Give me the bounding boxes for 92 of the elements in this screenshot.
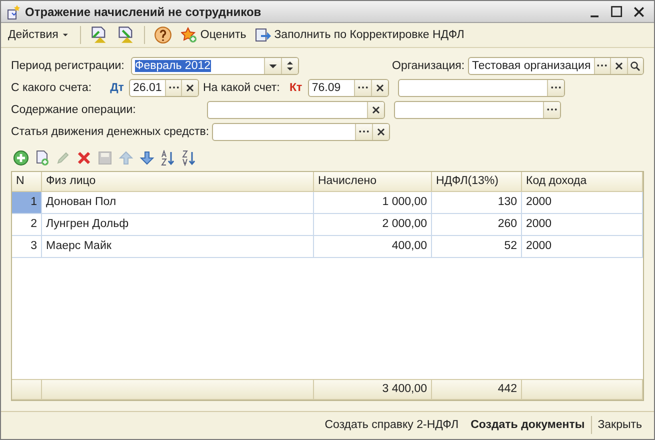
table-cell: Маерс Майк (42, 236, 314, 258)
choose-button[interactable] (594, 58, 610, 74)
choose-button[interactable] (546, 80, 564, 96)
delete-button[interactable] (76, 150, 92, 166)
footer-button[interactable]: Закрыть (592, 416, 648, 434)
table-cell: 2 000,00 (314, 214, 432, 236)
table-cell: 1 000,00 (314, 192, 432, 214)
clear-icon (612, 60, 625, 72)
debit-mark: Дт (109, 82, 125, 94)
input-field[interactable] (394, 100, 561, 119)
spin-button[interactable] (281, 58, 298, 74)
credit-mark: Кт (288, 82, 304, 94)
delete-icon (76, 150, 92, 166)
rate-button[interactable]: Оценить (178, 26, 250, 44)
clear-button[interactable] (372, 124, 390, 140)
window-title: Отражение начислений не сотрудников (25, 4, 262, 19)
total-cell: 442 (432, 380, 522, 400)
table-cell: 52 (432, 236, 522, 258)
arrow-down-button[interactable] (139, 150, 155, 166)
ellipsis-icon (358, 86, 368, 90)
document-arrow-icon (90, 26, 108, 44)
field-label: Статья движения денежных средств: (11, 126, 210, 138)
field-label: На какой счет: (203, 82, 280, 94)
input-field[interactable] (398, 78, 565, 97)
document-plus-button[interactable] (34, 150, 50, 166)
table-cell: 2000 (522, 214, 643, 236)
table-cell: Донован Пол (42, 192, 314, 214)
row-number[interactable]: 1 (12, 192, 42, 214)
star-plus-icon (181, 27, 198, 44)
clear-button[interactable] (367, 102, 384, 118)
column-header[interactable]: Код дохода (522, 172, 643, 192)
ellipsis-icon (550, 86, 561, 90)
table-cell: 130 (432, 192, 522, 214)
input-field[interactable]: 76.09 (308, 78, 389, 97)
fill-button[interactable]: Заполнить по Корректировке НДФЛ (252, 26, 468, 44)
plus-circle-button[interactable] (13, 150, 29, 166)
clear-button[interactable] (370, 80, 388, 96)
choose-button[interactable] (164, 80, 182, 96)
actions-menu[interactable]: Действия (5, 27, 74, 44)
input-field[interactable] (212, 122, 390, 141)
sort-ascending-button[interactable] (160, 150, 176, 166)
help-icon (154, 26, 172, 44)
clear-icon (184, 82, 196, 94)
column-header[interactable]: Начислено (314, 172, 432, 192)
input-field[interactable]: 26.01 (129, 78, 199, 97)
field-label: Содержание операции: (11, 104, 137, 116)
search-icon (629, 60, 642, 72)
search-button[interactable] (626, 58, 643, 74)
input-field[interactable]: Тестовая организация (468, 56, 644, 75)
field-label: Организация: (392, 60, 466, 72)
column-header[interactable]: Физ лицо (42, 172, 314, 192)
footer-button[interactable]: Создать документы (464, 416, 591, 434)
document-arrow-icon (255, 27, 272, 44)
row-number[interactable]: 2 (12, 214, 42, 236)
sort-descending-icon (181, 150, 197, 166)
document-plus-icon (34, 150, 50, 166)
document-star-icon (5, 4, 21, 20)
table-cell: Лунгрен Дольф (42, 214, 314, 236)
choose-button[interactable] (543, 102, 560, 118)
table-cell: 2000 (522, 236, 643, 258)
clear-button[interactable] (610, 58, 627, 74)
clear-button[interactable] (181, 80, 198, 96)
field-label: Период регистрации: (11, 60, 126, 72)
clear-icon (374, 82, 386, 94)
plus-circle-icon (13, 150, 29, 166)
maximize-icon[interactable] (610, 4, 624, 19)
column-header[interactable]: НДФЛ(13%) (432, 172, 522, 192)
ellipsis-icon (168, 86, 179, 90)
choose-button[interactable] (355, 124, 372, 140)
table-cell: 260 (432, 214, 522, 236)
close-icon[interactable] (632, 4, 646, 19)
sort-descending-button[interactable] (181, 150, 197, 166)
document-arrow-icon (117, 26, 136, 44)
pencil-icon (55, 150, 71, 166)
arrow-down-icon (139, 150, 155, 166)
ellipsis-icon (359, 130, 370, 134)
dropdown-button[interactable] (264, 58, 281, 74)
choose-button[interactable] (354, 80, 371, 96)
input-field[interactable] (207, 100, 385, 119)
table-cell: 2000 (522, 192, 643, 214)
sort-ascending-icon (160, 150, 176, 166)
clear-icon (375, 126, 388, 138)
table-cell: 400,00 (314, 236, 432, 258)
footer-button[interactable]: Создать справку 2-НДФЛ (318, 416, 465, 434)
arrow-up-icon (118, 150, 134, 166)
input-field[interactable]: Февраль 2012 (131, 56, 299, 75)
clear-icon (370, 104, 382, 116)
row-number[interactable]: 3 (12, 236, 42, 258)
field-label: С какого счета: (11, 82, 93, 94)
ellipsis-icon (597, 64, 608, 68)
total-cell: 3 400,00 (314, 380, 432, 400)
ellipsis-icon (547, 108, 557, 112)
